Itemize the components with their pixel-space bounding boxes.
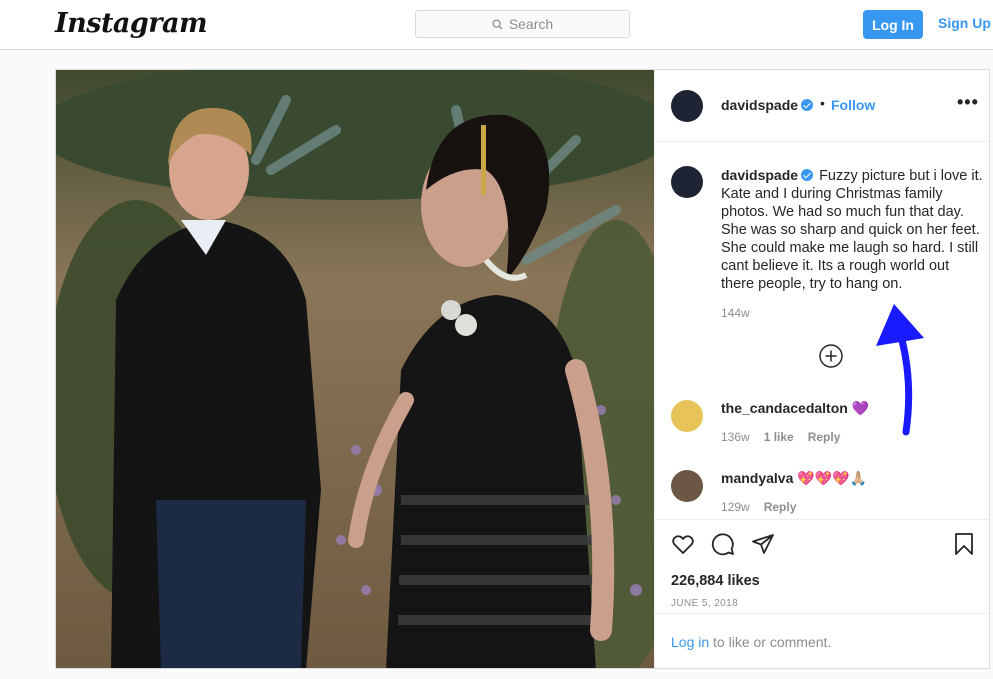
like-count[interactable]: 226,884 likes xyxy=(671,573,760,589)
comment-icon[interactable] xyxy=(711,532,735,556)
verified-badge-icon xyxy=(801,99,814,111)
post-caption: davidspade Fuzzy picture but i love it. … xyxy=(721,166,983,293)
search-icon xyxy=(492,18,503,30)
reply-button[interactable]: Reply xyxy=(764,500,797,514)
author-avatar[interactable] xyxy=(671,90,703,122)
comment-likes[interactable]: 1 like xyxy=(764,430,794,444)
post-side-panel: davidspade • Follow ••• davidspade Fuzzy… xyxy=(654,70,991,668)
author-username[interactable]: davidspade xyxy=(721,97,814,113)
instagram-logo[interactable]: Instagram xyxy=(55,8,208,39)
bookmark-icon[interactable] xyxy=(952,532,976,556)
commenter-avatar[interactable] xyxy=(671,400,703,432)
top-navigation-bar: Instagram Search Log In Sign Up xyxy=(0,0,993,50)
comment-meta: 129w Reply xyxy=(721,500,810,514)
load-more-comments-icon[interactable] xyxy=(819,344,843,368)
follow-button[interactable]: Follow xyxy=(831,97,875,113)
login-prompt-text: to like or comment. xyxy=(709,634,832,650)
comment-timestamp[interactable]: 129w xyxy=(721,500,750,514)
commenter-username[interactable]: the_candacedalton 💜 xyxy=(721,400,869,417)
comment-text: 💖💖💖🙏🏼 xyxy=(797,470,868,486)
heart-icon[interactable] xyxy=(671,532,695,556)
commenter-avatar[interactable] xyxy=(671,470,703,502)
share-icon[interactable] xyxy=(751,532,775,556)
search-box[interactable]: Search xyxy=(415,10,630,38)
post-photo[interactable] xyxy=(56,70,654,668)
separator-dot: • xyxy=(820,95,825,111)
login-prompt: Log in to like or comment. xyxy=(655,613,991,668)
post-date[interactable]: JUNE 5, 2018 xyxy=(671,598,738,609)
annotation-arrow-icon xyxy=(876,304,924,436)
verified-badge-icon xyxy=(801,169,814,181)
post-card: davidspade • Follow ••• davidspade Fuzzy… xyxy=(55,69,991,669)
commenter-username[interactable]: mandyalva 💖💖💖🙏🏼 xyxy=(721,470,867,487)
post-actions: 226,884 likes JUNE 5, 2018 xyxy=(655,519,991,614)
more-options-icon[interactable]: ••• xyxy=(957,92,979,113)
caption-username[interactable]: davidspade xyxy=(721,167,814,183)
caption-avatar[interactable] xyxy=(671,166,703,198)
comment-meta: 136w 1 like Reply xyxy=(721,430,854,444)
reply-button[interactable]: Reply xyxy=(808,430,841,444)
signup-link[interactable]: Sign Up xyxy=(938,15,991,31)
photo-illustration xyxy=(56,70,654,668)
comment-timestamp[interactable]: 136w xyxy=(721,430,750,444)
search-placeholder: Search xyxy=(508,16,554,32)
login-button[interactable]: Log In xyxy=(863,10,923,39)
caption-timestamp[interactable]: 144w xyxy=(721,306,750,320)
caption-text: Fuzzy picture but i love it. Kate and I … xyxy=(721,168,983,292)
login-link[interactable]: Log in xyxy=(671,634,709,650)
post-header: davidspade • Follow ••• xyxy=(655,70,991,142)
